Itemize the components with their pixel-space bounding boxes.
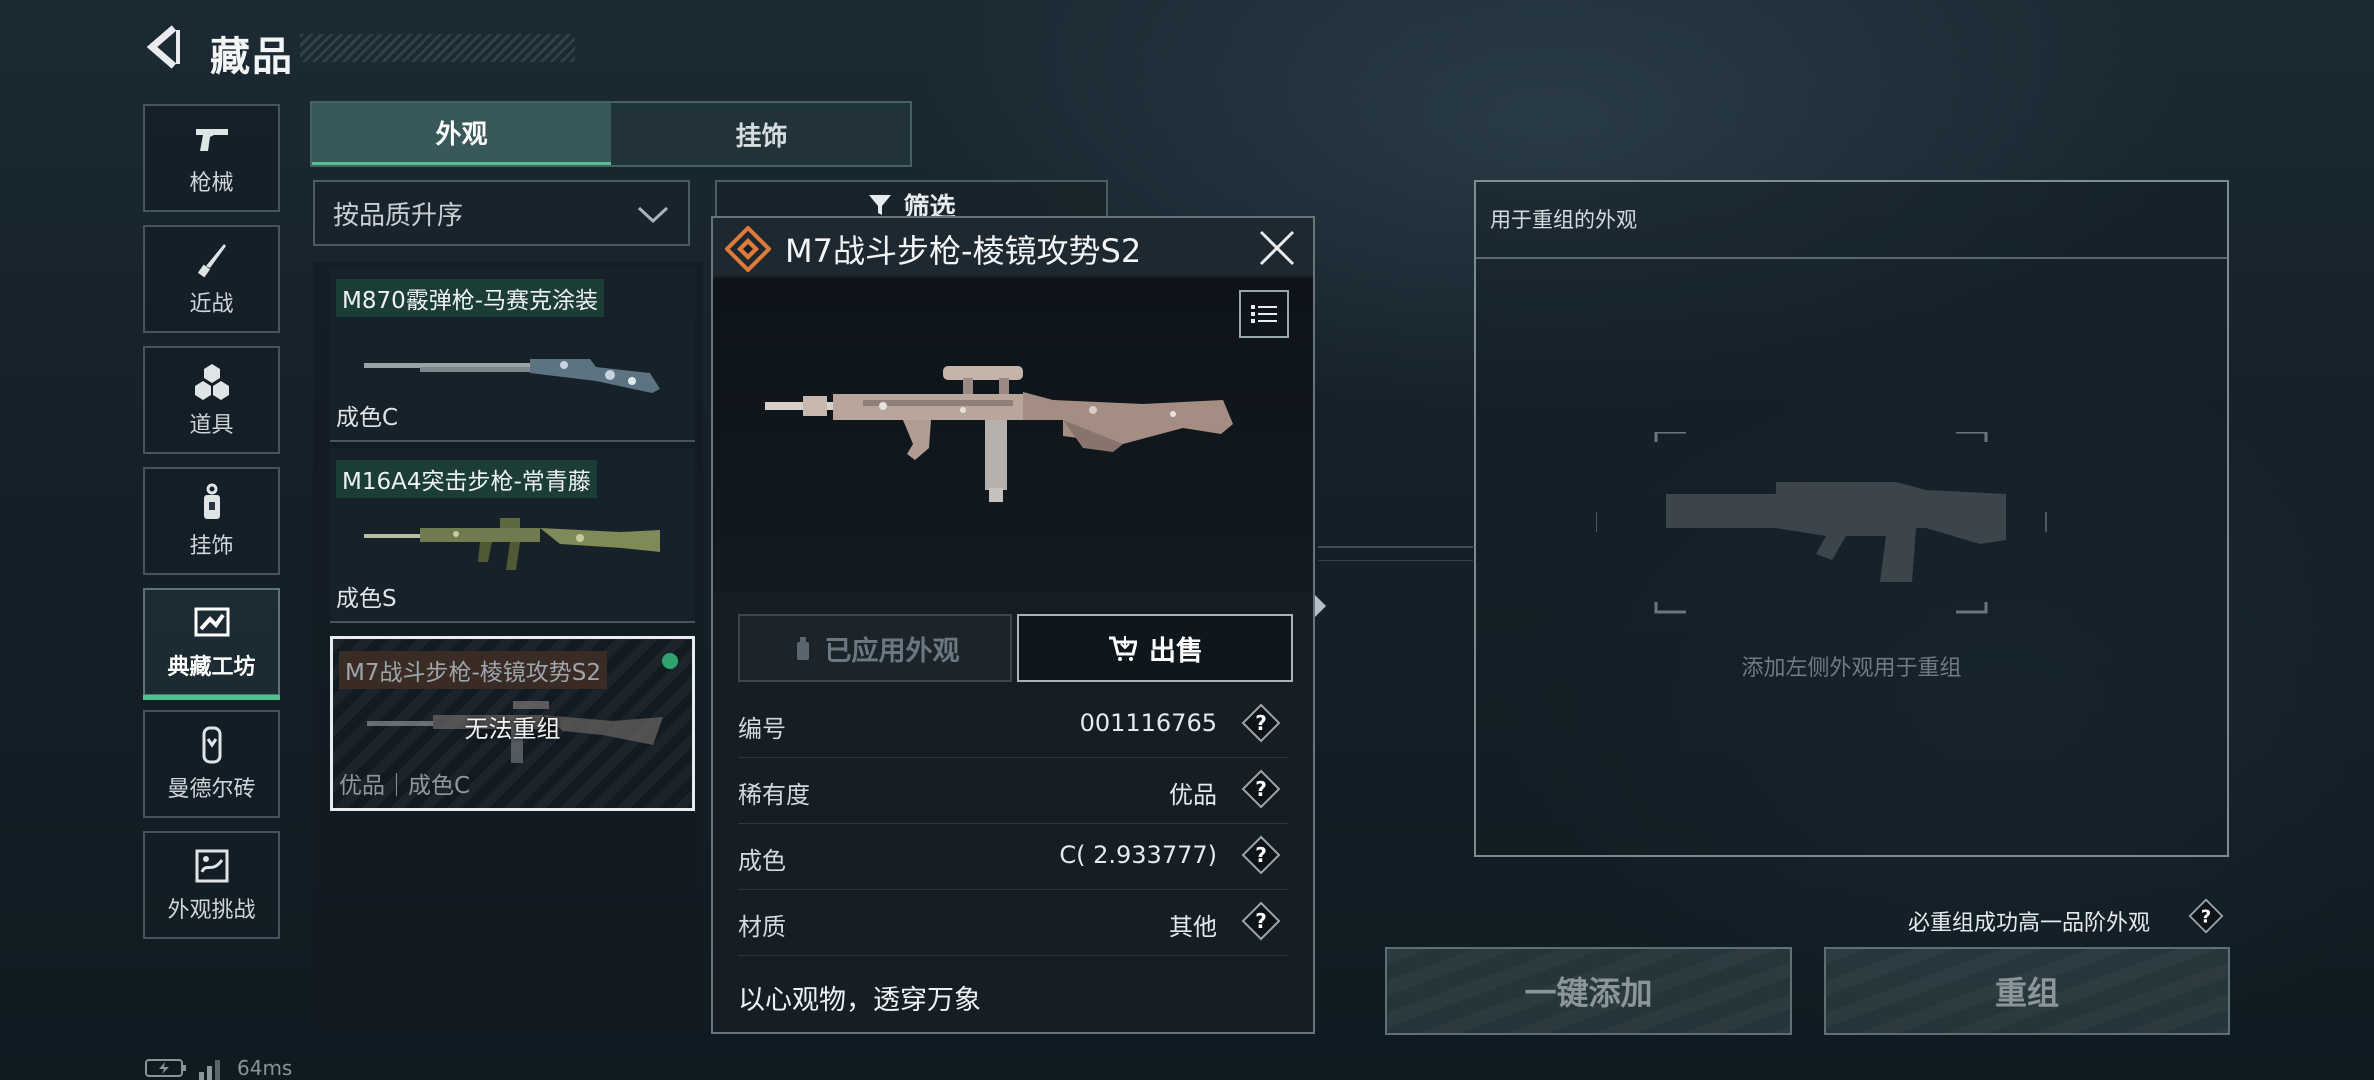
list-item[interactable]: M16A4突击步枪-常青藤 成色S	[330, 448, 695, 623]
sidebar-item-label: 外观挑战	[167, 898, 256, 923]
sidebar-item-guns[interactable]: 枪械	[143, 104, 280, 212]
filter-label: 筛选	[903, 192, 956, 220]
close-icon[interactable]	[1255, 226, 1299, 270]
sell-button[interactable]: 出售	[1017, 614, 1293, 682]
sell-label: 出售	[1149, 635, 1203, 667]
divider	[1476, 257, 2227, 259]
item-name: M16A4突击步枪-常青藤	[336, 460, 597, 498]
sidebar-item-label: 典藏工坊	[167, 655, 256, 680]
item-grade: 成色C	[336, 405, 399, 431]
grenade-cluster-icon	[194, 364, 229, 400]
divider	[1318, 546, 1473, 548]
sidebar-item-appearance-challenge[interactable]: 外观挑战	[143, 831, 280, 939]
item-detail-popup: M7战斗步枪-棱镜攻势S2 已应用外观 出售 编号 001116765 ? 稀有…	[711, 216, 1315, 1034]
shotgun-image	[364, 359, 660, 393]
sidebar-item-label: 曼德尔砖	[167, 777, 256, 802]
battle-rifle-preview-image	[765, 366, 1233, 502]
sidebar-item-label: 枪械	[189, 171, 234, 196]
svg-text:?: ?	[1255, 843, 1267, 867]
title-decoration	[300, 34, 575, 62]
item-grade: 成色S	[336, 586, 397, 612]
status-bar: 64ms	[145, 1056, 292, 1080]
divider	[1318, 560, 1473, 561]
guarantee-text: 必重组成功高一品阶外观	[1908, 911, 2151, 936]
sidebar-item-label: 挂饰	[189, 534, 234, 559]
detail-value: C( 2.933777)	[1059, 841, 1217, 869]
workshop-icon	[194, 607, 229, 637]
keychain-charm-icon	[203, 483, 220, 519]
tab-bar: 外观 挂饰	[310, 101, 912, 167]
appearance-challenge-icon	[195, 849, 228, 883]
help-icon[interactable]: ?	[1241, 835, 1281, 875]
add-all-button[interactable]: 一键添加	[1385, 947, 1792, 1035]
empty-slot-rifle-silhouette[interactable]	[1596, 432, 2106, 632]
applied-appearance-button: 已应用外观	[738, 614, 1012, 682]
popup-header: M7战斗步枪-棱镜攻势S2	[713, 218, 1313, 276]
back-arrow-icon[interactable]	[140, 22, 190, 72]
recombine-panel-title: 用于重组的外观	[1490, 208, 1637, 232]
list-item[interactable]: M870霰弹枪-马赛克涂装 成色C	[330, 267, 695, 442]
sort-dropdown-value: 按品质升序	[333, 200, 464, 231]
sidebar-item-melee[interactable]: 近战	[143, 225, 280, 333]
filter-button[interactable]: 筛选	[715, 180, 1108, 220]
svg-text:?: ?	[1255, 777, 1267, 801]
sidebar-item-props[interactable]: 道具	[143, 346, 280, 454]
detail-key: 材质	[738, 913, 786, 941]
svg-text:?: ?	[1255, 909, 1267, 933]
sidebar-item-mandel-brick[interactable]: 曼德尔砖	[143, 710, 280, 818]
tab-appearance[interactable]: 外观	[312, 103, 611, 165]
detail-row-serial: 编号 001116765 ?	[738, 693, 1289, 758]
help-icon[interactable]: ?	[2188, 898, 2224, 934]
mandel-brick-icon	[202, 726, 221, 764]
signal-icon	[199, 1060, 220, 1080]
rifle-image	[364, 518, 660, 570]
list-item-selected[interactable]: M7战斗步枪-棱镜攻势S2 无法重组 优品｜成色C	[330, 636, 695, 811]
detail-value: 001116765	[1079, 709, 1217, 737]
detail-row-rarity: 稀有度 优品 ?	[738, 759, 1289, 824]
recombine-button[interactable]: 重组	[1824, 947, 2230, 1035]
sidebar-item-label: 近战	[189, 292, 234, 317]
detail-key: 成色	[738, 847, 786, 875]
list-menu-button[interactable]	[1239, 290, 1289, 338]
ping-value: 64ms	[237, 1056, 293, 1080]
item-motto: 以心观物，透穿万象	[738, 985, 981, 1016]
quality-diamond-icon	[725, 226, 771, 272]
detail-value: 优品	[1169, 781, 1217, 809]
sidebar-item-charms[interactable]: 挂饰	[143, 467, 280, 575]
sidebar-item-workshop[interactable]: 典藏工坊	[143, 588, 280, 700]
tab-charms[interactable]: 挂饰	[613, 103, 910, 165]
sidebar-item-label: 道具	[189, 413, 234, 438]
recombine-hint: 添加左侧外观用于重组	[1741, 656, 1962, 681]
detail-value: 其他	[1169, 913, 1217, 941]
svg-text:?: ?	[1255, 711, 1267, 735]
popup-title: M7战斗步枪-棱镜攻势S2	[785, 232, 1142, 270]
applied-label: 已应用外观	[824, 635, 960, 667]
item-name: M870霰弹枪-马赛克涂装	[336, 279, 605, 317]
detail-row-wear: 成色 C( 2.933777) ?	[738, 825, 1289, 890]
spray-can-icon	[796, 637, 809, 660]
knife-icon	[197, 244, 226, 278]
page-title: 藏品	[210, 34, 294, 80]
filter-icon	[869, 195, 892, 215]
list-icon	[1251, 305, 1277, 323]
sort-dropdown[interactable]: 按品质升序	[313, 180, 690, 246]
help-icon[interactable]: ?	[1241, 901, 1281, 941]
battery-icon	[145, 1059, 186, 1077]
pistol-icon	[195, 129, 228, 151]
item-preview	[713, 278, 1313, 593]
help-icon[interactable]: ?	[1241, 769, 1281, 809]
detail-key: 编号	[738, 715, 786, 743]
item-grade: 优品｜成色C	[339, 773, 471, 799]
detail-key: 稀有度	[738, 781, 810, 809]
detail-row-material: 材质 其他 ?	[738, 891, 1289, 956]
equipped-indicator	[662, 653, 678, 669]
recombine-panel: 用于重组的外观 添加左侧外观用于重组	[1474, 180, 2229, 857]
help-icon[interactable]: ?	[1241, 703, 1281, 743]
item-name: M7战斗步枪-棱镜攻势S2	[339, 651, 608, 689]
svg-text:?: ?	[2201, 906, 2211, 927]
sell-cart-icon	[1109, 636, 1137, 661]
chevron-down-icon	[637, 206, 669, 224]
cannot-recombine-label: 无法重组	[464, 715, 561, 743]
